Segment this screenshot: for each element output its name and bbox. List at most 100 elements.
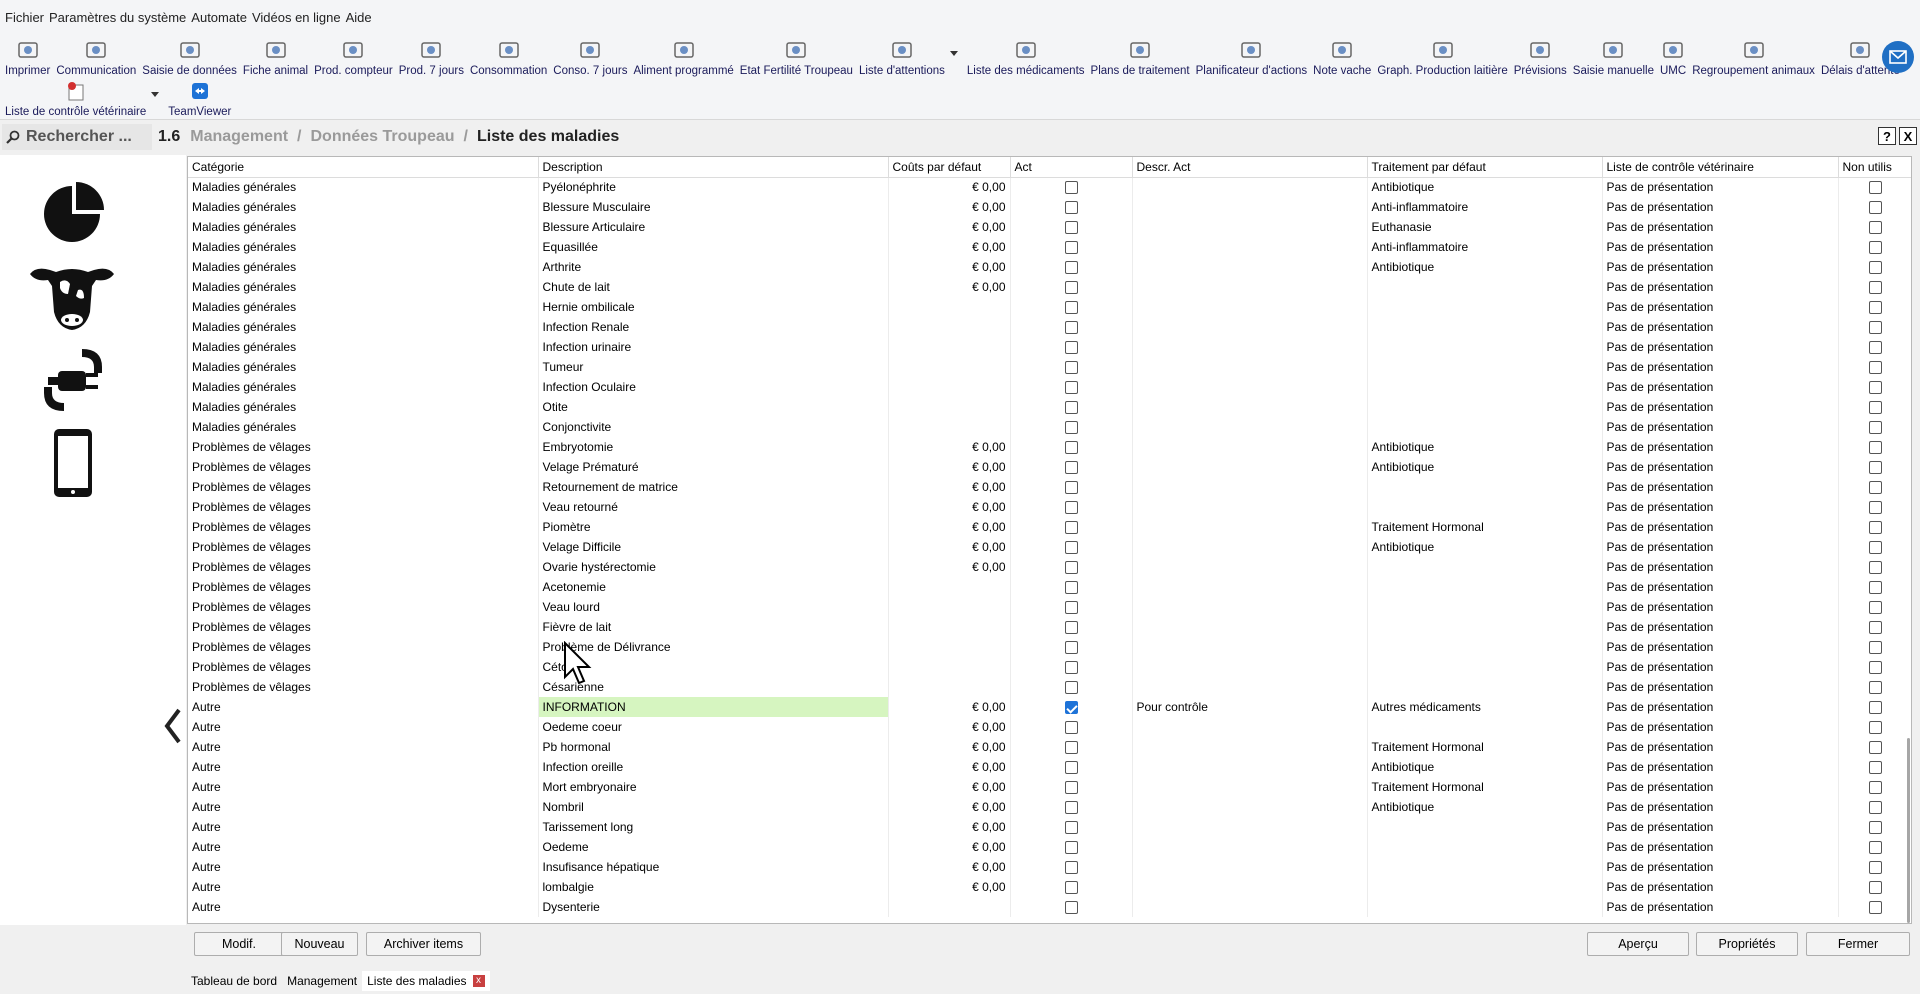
new-button[interactable]: Nouveau <box>281 932 358 956</box>
menu-system-settings[interactable]: Paramètres du système <box>48 10 190 25</box>
table-row[interactable]: Maladies générales Infection urinaire Pas … <box>188 337 1911 357</box>
table-row[interactable]: Problèmes de vêlages Césarienne Pas de pré… <box>188 677 1911 697</box>
act-checkbox[interactable] <box>1064 741 1078 755</box>
table-row[interactable]: Maladies générales Blessure Musculaire € 0… <box>188 197 1911 217</box>
table-row[interactable]: Problèmes de vêlages Velage Prématuré € 0,… <box>188 457 1911 477</box>
unused-checkbox[interactable] <box>1869 501 1882 515</box>
act-checkbox[interactable] <box>1064 481 1078 495</box>
toolbar-button-medicine[interactable]: Liste des médicaments <box>964 34 1088 78</box>
unused-checkbox[interactable] <box>1869 361 1882 375</box>
unused-checkbox[interactable] <box>1869 321 1882 335</box>
menu-help[interactable]: Aide <box>345 10 376 25</box>
act-checkbox[interactable] <box>1064 261 1078 275</box>
act-checkbox[interactable] <box>1064 441 1078 455</box>
unused-checkbox[interactable] <box>1869 381 1882 395</box>
act-checkbox[interactable] <box>1064 341 1078 355</box>
unused-checkbox[interactable] <box>1869 881 1882 895</box>
act-checkbox[interactable] <box>1064 321 1078 335</box>
toolbar-button-herd[interactable]: Regroupement animaux <box>1689 34 1818 78</box>
menu-online-videos[interactable]: Vidéos en ligne <box>251 10 345 25</box>
act-checkbox[interactable] <box>1064 281 1078 295</box>
unused-checkbox[interactable] <box>1869 761 1882 775</box>
table-row[interactable]: Maladies générales Pyélonéphrite € 0,00 Ant… <box>188 177 1911 197</box>
pie-chart-icon[interactable] <box>36 178 108 253</box>
unused-checkbox[interactable] <box>1869 301 1882 315</box>
act-checkbox[interactable] <box>1064 641 1078 655</box>
act-checkbox[interactable] <box>1064 461 1078 475</box>
column-header-act[interactable]: Act <box>1010 157 1133 178</box>
scrollbar-thumb[interactable] <box>1907 738 1910 923</box>
collapse-panel-chevron-icon[interactable] <box>164 708 182 747</box>
act-checkbox[interactable] <box>1064 561 1078 575</box>
column-header-act-description[interactable]: Descr. Act <box>1132 157 1368 178</box>
act-checkbox[interactable] <box>1064 581 1078 595</box>
toolbar-button-cow-feed-7[interactable]: Conso. 7 jours <box>550 34 630 78</box>
table-row[interactable]: Problèmes de vêlages Fièvre de lait Pas de… <box>188 617 1911 637</box>
act-checkbox[interactable] <box>1064 841 1078 855</box>
act-checkbox[interactable] <box>1064 881 1078 895</box>
act-checkbox[interactable] <box>1064 781 1078 795</box>
unused-checkbox[interactable] <box>1869 721 1882 735</box>
act-checkbox[interactable] <box>1064 861 1078 875</box>
menu-automate[interactable]: Automate <box>190 10 251 25</box>
toolbar-button-umc[interactable]: UMC <box>1657 34 1689 78</box>
tab-close-icon[interactable]: x <box>472 975 485 987</box>
unused-checkbox[interactable] <box>1869 481 1882 495</box>
archive-items-button[interactable]: Archiver items <box>366 932 481 956</box>
toolbar-button-cow[interactable]: Fiche animal <box>240 34 311 78</box>
table-row[interactable]: Maladies générales Infection Oculaire Pas … <box>188 377 1911 397</box>
unused-checkbox[interactable] <box>1869 601 1882 615</box>
help-button[interactable]: ? <box>1878 127 1896 145</box>
act-checkbox[interactable] <box>1064 301 1078 315</box>
table-row[interactable]: Maladies générales Equasillée € 0,00 Anti-i… <box>188 237 1911 257</box>
table-row[interactable]: Problèmes de vêlages Problème de Délivran… <box>188 637 1911 657</box>
unused-checkbox[interactable] <box>1869 641 1882 655</box>
act-checkbox[interactable] <box>1064 621 1078 635</box>
act-checkbox[interactable] <box>1064 681 1078 695</box>
toolbar-button-syringe[interactable]: Etat Fertilité Troupeau <box>737 34 856 78</box>
tab-management[interactable]: Management <box>282 971 362 991</box>
table-row[interactable]: Maladies générales Conjonctivite Pas de pr… <box>188 417 1911 437</box>
column-header-unused[interactable]: Non utilis <box>1838 157 1911 178</box>
unused-checkbox[interactable] <box>1869 421 1882 435</box>
unused-checkbox[interactable] <box>1869 461 1882 475</box>
column-header-vet-checklist[interactable]: Liste de contrôle vétérinaire <box>1602 157 1839 178</box>
act-checkbox[interactable] <box>1064 801 1078 815</box>
toolbar-button-clock[interactable]: Planificateur d'actions <box>1193 34 1311 78</box>
toolbar-button-forecast[interactable]: Prévisions <box>1511 34 1570 78</box>
unused-checkbox[interactable] <box>1869 521 1882 535</box>
close-page-button[interactable]: X <box>1899 127 1917 145</box>
act-checkbox[interactable] <box>1064 661 1078 675</box>
act-checkbox[interactable] <box>1064 821 1078 835</box>
toolbar-button-teamviewer[interactable]: TeamViewer <box>165 77 234 119</box>
act-checkbox[interactable] <box>1064 501 1078 515</box>
unused-checkbox[interactable] <box>1869 901 1882 915</box>
tab-disease-list[interactable]: Liste des maladies x <box>362 971 490 991</box>
column-header-category[interactable]: Catégorie <box>188 157 539 178</box>
unused-checkbox[interactable] <box>1869 621 1882 635</box>
act-checkbox[interactable] <box>1064 381 1078 395</box>
toolbar-button-vet-checklist[interactable]: Liste de contrôle vétérinaire <box>2 77 149 119</box>
unused-checkbox[interactable] <box>1869 841 1882 855</box>
unused-checkbox[interactable] <box>1869 341 1882 355</box>
toolbar-button-antenna[interactable]: Communication <box>53 34 139 78</box>
table-row[interactable]: Autre lombalgie € 0,00 Pas de présentation <box>188 877 1911 897</box>
breadcrumb-management[interactable]: Management <box>190 128 288 146</box>
toolbar-button-printer[interactable]: Imprimer <box>2 34 53 78</box>
unused-checkbox[interactable] <box>1869 241 1882 255</box>
table-row[interactable]: Problèmes de vêlages Velage Difficile € 0,… <box>188 537 1911 557</box>
column-header-default-cost[interactable]: Coûts par défaut <box>888 157 1011 178</box>
modify-button[interactable]: Modif. <box>194 932 284 956</box>
unused-checkbox[interactable] <box>1869 541 1882 555</box>
cow-icon[interactable] <box>26 260 118 335</box>
search-box[interactable]: Rechercher ... <box>2 124 152 150</box>
table-row[interactable]: Autre Nombril € 0,00 Antibiotique Pas de pré… <box>188 797 1911 817</box>
table-row[interactable]: Problèmes de vêlages Ovarie hystérectomie… <box>188 557 1911 577</box>
toolbar-button-treatment[interactable]: Plans de traitement <box>1088 34 1193 78</box>
unused-checkbox[interactable] <box>1869 281 1882 295</box>
vertical-scrollbar[interactable] <box>1903 178 1911 923</box>
tab-dashboard[interactable]: Tableau de bord <box>186 971 282 991</box>
table-row[interactable]: Maladies générales Arthrite € 0,00 Antibiot… <box>188 257 1911 277</box>
act-checkbox[interactable] <box>1064 701 1078 715</box>
menu-file[interactable]: Fichier <box>4 10 48 25</box>
